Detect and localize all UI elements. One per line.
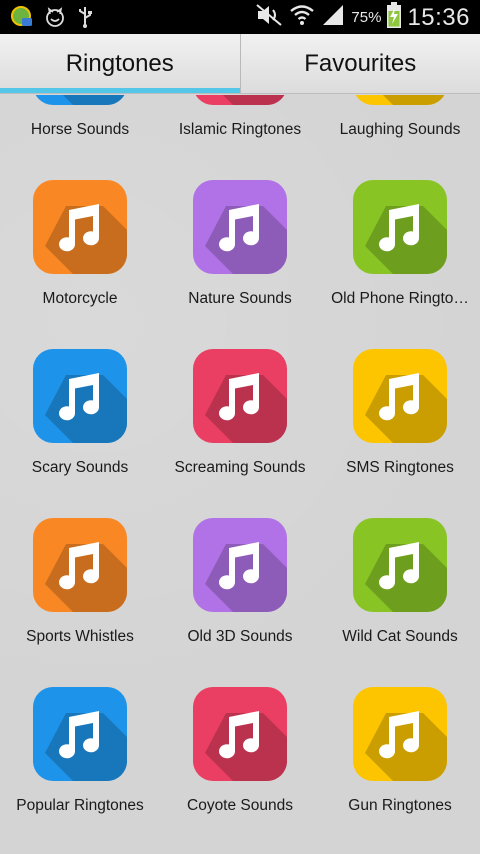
mute-icon [255, 3, 283, 32]
category-item[interactable]: Wild Cat Sounds [320, 504, 480, 673]
category-label: Nature Sounds [188, 290, 292, 307]
category-item[interactable]: Gun Ringtones [320, 673, 480, 842]
cat-face-icon [44, 6, 66, 33]
active-tab-indicator [0, 88, 240, 93]
wifi-icon [289, 3, 315, 32]
tab-bar: Ringtones Favourites [0, 34, 480, 94]
category-item[interactable]: Laughing Sounds [320, 95, 480, 166]
tab-label: Favourites [304, 49, 417, 77]
category-label: Sports Whistles [26, 628, 134, 645]
category-label: Gun Ringtones [348, 797, 452, 814]
music-note-icon [33, 180, 127, 274]
category-label: Screaming Sounds [174, 459, 306, 476]
music-note-icon [353, 687, 447, 781]
status-bar: 75% 15:36 [0, 0, 480, 34]
battery-charging-icon [387, 2, 402, 33]
music-note-icon [193, 349, 287, 443]
clock: 15:36 [407, 3, 470, 31]
music-note-icon [353, 95, 447, 105]
category-grid-scroll[interactable]: Horse Sounds Islamic Ringtones Laughing So… [0, 95, 480, 854]
usb-icon [76, 5, 94, 34]
category-label: Popular Ringtones [16, 797, 144, 814]
category-label: Old 3D Sounds [187, 628, 293, 645]
app-notification-icon [10, 5, 34, 34]
music-note-icon [193, 518, 287, 612]
category-item[interactable]: Coyote Sounds [160, 673, 320, 842]
music-note-icon [33, 518, 127, 612]
music-note-icon [33, 349, 127, 443]
music-note-icon [353, 349, 447, 443]
category-item[interactable]: Scary Sounds [0, 335, 160, 504]
category-item[interactable]: Islamic Ringtones [160, 95, 320, 166]
tab-favourites[interactable]: Favourites [239, 34, 480, 93]
category-label: Old Phone Ringto… [331, 290, 469, 307]
battery-percent: 75% [351, 9, 382, 26]
music-note-icon [33, 687, 127, 781]
music-note-icon [193, 180, 287, 274]
music-note-icon [353, 518, 447, 612]
category-item[interactable]: SMS Ringtones [320, 335, 480, 504]
music-note-icon [193, 95, 287, 105]
category-label: Islamic Ringtones [178, 121, 302, 138]
music-note-icon [193, 687, 287, 781]
category-label: SMS Ringtones [346, 459, 454, 476]
category-item[interactable]: Screaming Sounds [160, 335, 320, 504]
music-note-icon [353, 180, 447, 274]
category-item[interactable]: Sports Whistles [0, 504, 160, 673]
category-label: Horse Sounds [30, 121, 130, 138]
category-item[interactable]: Nature Sounds [160, 166, 320, 335]
category-grid: Horse Sounds Islamic Ringtones Laughing So… [0, 95, 480, 842]
category-item[interactable]: Horse Sounds [0, 95, 160, 166]
category-label: Laughing Sounds [339, 121, 461, 138]
category-item[interactable]: Popular Ringtones [0, 673, 160, 842]
category-item[interactable]: Old Phone Ringto… [320, 166, 480, 335]
category-label: Motorcycle [42, 290, 118, 307]
tab-ringtones[interactable]: Ringtones [0, 34, 240, 93]
category-item[interactable]: Old 3D Sounds [160, 504, 320, 673]
category-item[interactable]: Motorcycle [0, 166, 160, 335]
tab-label: Ringtones [65, 49, 174, 77]
category-label: Coyote Sounds [187, 797, 293, 814]
signal-icon [321, 3, 345, 32]
music-note-icon [33, 95, 127, 105]
category-label: Scary Sounds [31, 459, 129, 476]
category-label: Wild Cat Sounds [342, 628, 458, 645]
